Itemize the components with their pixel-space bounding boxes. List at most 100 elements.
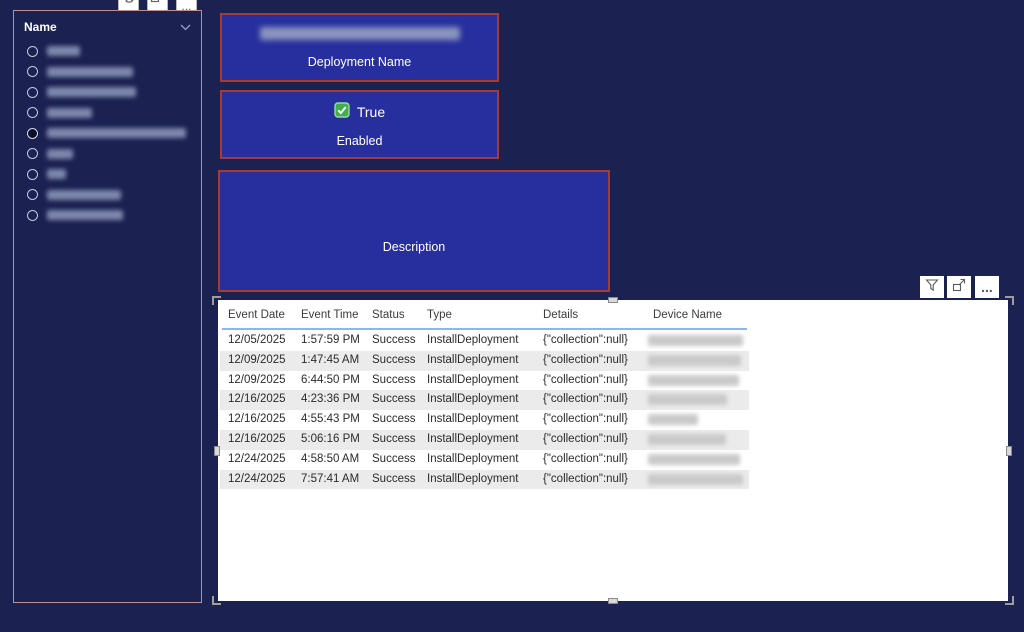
radio-icon <box>27 46 38 57</box>
details-cell: {"collection":null} <box>543 473 628 485</box>
column-header[interactable]: Type <box>427 309 452 321</box>
eraser-icon <box>122 0 136 8</box>
description-card[interactable]: Description <box>218 170 610 292</box>
slicer-header: Name <box>14 11 201 39</box>
slicer-item[interactable] <box>27 103 201 124</box>
type-cell: InstallDeployment <box>427 413 518 425</box>
status-cell: Success <box>372 433 415 445</box>
device-name-redacted <box>648 394 727 405</box>
radio-icon <box>27 148 38 159</box>
type-cell: InstallDeployment <box>427 334 518 346</box>
radio-icon <box>27 128 38 139</box>
status-cell: Success <box>372 453 415 465</box>
status-cell: Success <box>372 374 415 386</box>
chevron-down-icon[interactable] <box>180 18 191 36</box>
report-canvas: ... Name <box>0 0 1024 632</box>
redacted-item-label <box>47 108 92 118</box>
redacted-item-label <box>47 210 123 220</box>
details-cell: {"collection":null} <box>543 453 628 465</box>
device-name-redacted <box>648 454 740 465</box>
table-row[interactable]: 12/24/2025 4:58:50 AM Success InstallDep… <box>218 450 1008 470</box>
details-cell: {"collection":null} <box>543 354 628 366</box>
deployment-name-card[interactable]: Deployment Name <box>220 13 499 82</box>
status-cell: Success <box>372 473 415 485</box>
filter-icon <box>924 277 940 298</box>
event-time-cell: 1:47:45 AM <box>301 354 359 366</box>
event-date-cell: 12/24/2025 <box>228 453 286 465</box>
slicer-item[interactable] <box>27 123 201 144</box>
deployment-name-value-redacted <box>260 27 460 40</box>
more-options-icon: ... <box>181 4 191 8</box>
event-date-cell: 12/16/2025 <box>228 413 286 425</box>
table-more-options-button[interactable]: ... <box>975 276 999 298</box>
device-name-redacted <box>648 335 743 346</box>
event-date-cell: 12/09/2025 <box>228 374 286 386</box>
more-options-icon: ... <box>981 283 993 291</box>
redacted-item-label <box>47 149 73 159</box>
card-label: Deployment Name <box>308 55 412 69</box>
event-date-cell: 12/09/2025 <box>228 354 286 366</box>
slicer-item[interactable] <box>27 82 201 103</box>
table-filter-button[interactable] <box>920 276 944 298</box>
event-date-cell: 12/24/2025 <box>228 473 286 485</box>
slicer-item[interactable] <box>27 205 201 226</box>
slicer-item-list <box>14 39 201 226</box>
table-row[interactable]: 12/09/2025 6:44:50 PM Success InstallDep… <box>218 371 1008 391</box>
redacted-item-label <box>47 87 136 97</box>
slicer-item[interactable] <box>27 185 201 206</box>
event-date-cell: 12/05/2025 <box>228 334 286 346</box>
column-header[interactable]: Status <box>372 309 405 321</box>
slicer-item[interactable] <box>27 62 201 83</box>
radio-icon <box>27 189 38 200</box>
type-cell: InstallDeployment <box>427 393 518 405</box>
device-name-redacted <box>648 355 741 366</box>
header-underline <box>222 328 747 330</box>
resize-handle-bottom-left[interactable] <box>212 596 221 605</box>
table-row[interactable]: 12/05/2025 1:57:59 PM Success InstallDep… <box>218 331 1008 351</box>
details-cell: {"collection":null} <box>543 334 628 346</box>
resize-handle-right[interactable] <box>1006 446 1012 456</box>
table-row[interactable]: 12/16/2025 4:55:43 PM Success InstallDep… <box>218 410 1008 430</box>
resize-handle-top-right[interactable] <box>1005 296 1014 305</box>
radio-icon <box>27 107 38 118</box>
enabled-card[interactable]: True Enabled <box>220 90 499 159</box>
event-date-cell: 12/16/2025 <box>228 393 286 405</box>
resize-handle-bottom[interactable] <box>608 598 618 604</box>
column-header[interactable]: Details <box>543 309 578 321</box>
column-header[interactable]: Event Date <box>228 309 285 321</box>
table-row[interactable]: 12/24/2025 7:57:41 AM Success InstallDep… <box>218 470 1008 490</box>
slicer-item[interactable] <box>27 41 201 62</box>
details-cell: {"collection":null} <box>543 413 628 425</box>
focus-mode-icon <box>150 0 165 8</box>
card-label: Description <box>220 240 608 254</box>
name-slicer: Name <box>13 10 202 603</box>
resize-handle-bottom-right[interactable] <box>1005 596 1014 605</box>
device-name-redacted <box>648 375 739 386</box>
details-cell: {"collection":null} <box>543 393 628 405</box>
events-table[interactable]: Event Date Event Time Status Type Detail… <box>218 300 1008 601</box>
redacted-item-label <box>47 190 121 200</box>
table-row[interactable]: 12/16/2025 4:23:36 PM Success InstallDep… <box>218 390 1008 410</box>
resize-handle-top[interactable] <box>608 297 618 303</box>
radio-icon <box>27 210 38 221</box>
card-label: Enabled <box>337 134 383 148</box>
resize-handle-top-left[interactable] <box>212 296 221 305</box>
redacted-item-label <box>47 128 186 138</box>
enabled-value: True <box>357 104 385 120</box>
redacted-item-label <box>47 169 66 179</box>
enabled-value-row: True <box>334 102 385 123</box>
resize-handle-left[interactable] <box>214 446 220 456</box>
radio-icon <box>27 169 38 180</box>
type-cell: InstallDeployment <box>427 453 518 465</box>
table-focus-mode-button[interactable] <box>947 276 971 298</box>
type-cell: InstallDeployment <box>427 374 518 386</box>
slicer-item[interactable] <box>27 144 201 165</box>
column-header[interactable]: Device Name <box>653 309 722 321</box>
table-row[interactable]: 12/09/2025 1:47:45 AM Success InstallDep… <box>218 351 1008 371</box>
column-header[interactable]: Event Time <box>301 309 359 321</box>
table-row[interactable]: 12/16/2025 5:06:16 PM Success InstallDep… <box>218 430 1008 450</box>
event-date-cell: 12/16/2025 <box>228 433 286 445</box>
slicer-item[interactable] <box>27 164 201 185</box>
event-time-cell: 4:55:43 PM <box>301 413 360 425</box>
slicer-title: Name <box>24 20 57 34</box>
